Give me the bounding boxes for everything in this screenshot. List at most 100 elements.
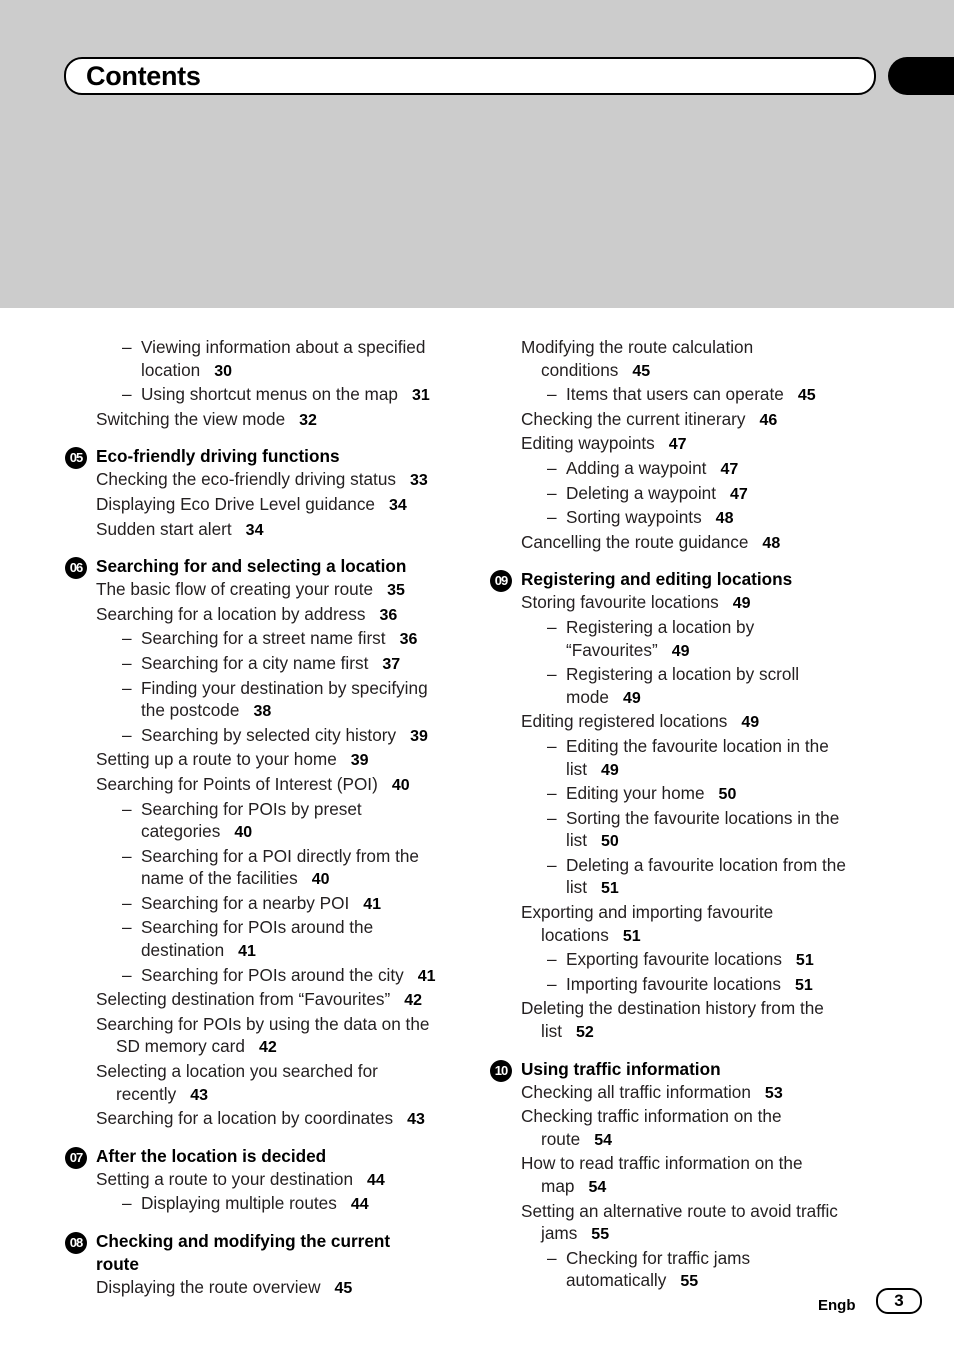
page-ref[interactable]: 38 [253, 703, 271, 720]
toc-entry[interactable]: Searching for a location by address 36 [64, 603, 444, 628]
toc-subentry[interactable]: – Viewing information about a specified lo… [64, 336, 444, 383]
page-ref[interactable]: 36 [379, 607, 397, 624]
toc-subentry[interactable]: – Editing the favourite location in the li… [489, 735, 869, 782]
section-heading[interactable]: 08 Checking and modifying the current rout… [64, 1230, 444, 1276]
toc-entry[interactable]: Searching for POIs by using the data on … [64, 1013, 444, 1060]
section-heading[interactable]: 06 Searching for and selecting a location [64, 555, 444, 580]
toc-entry[interactable]: Deleting the destination history from th… [489, 997, 869, 1044]
page-ref[interactable]: 51 [795, 977, 813, 994]
section-heading[interactable]: 07 After the location is decided [64, 1145, 444, 1169]
page-ref[interactable]: 46 [760, 412, 778, 429]
section-heading[interactable]: 09 Registering and editing locations [489, 568, 869, 593]
page-ref[interactable]: 43 [190, 1087, 208, 1104]
toc-entry[interactable]: Modifying the route calculation condition… [489, 336, 869, 383]
toc-subentry[interactable]: – Searching for POIs by preset categories 4… [64, 798, 444, 845]
page-ref[interactable]: 51 [796, 952, 814, 969]
page-ref[interactable]: 41 [238, 943, 256, 960]
page-ref[interactable]: 54 [594, 1132, 612, 1149]
toc-entry[interactable]: Setting a route to your destination 44 [64, 1168, 444, 1193]
page-ref[interactable]: 32 [299, 412, 317, 429]
toc-entry[interactable]: Setting an alternative route to avoid tr… [489, 1200, 869, 1247]
page-ref[interactable]: 37 [382, 656, 400, 673]
page-ref[interactable]: 48 [716, 510, 734, 527]
page-ref[interactable]: 50 [601, 833, 619, 850]
page-ref[interactable]: 39 [410, 728, 428, 745]
toc-subentry[interactable]: – Searching for POIs around the city 41 [64, 964, 444, 989]
page-ref[interactable]: 31 [412, 387, 430, 404]
toc-entry[interactable]: Storing favourite locations 49 [489, 591, 869, 616]
page-ref[interactable]: 49 [601, 762, 619, 779]
page-ref[interactable]: 53 [765, 1085, 783, 1102]
page-ref[interactable]: 47 [669, 436, 687, 453]
toc-subentry[interactable]: – Registering a location by “Favourites” 49 [489, 616, 869, 663]
page-ref[interactable]: 55 [680, 1273, 698, 1290]
toc-subentry[interactable]: – Displaying multiple routes 44 [64, 1192, 444, 1217]
section-heading[interactable]: 05 Eco-friendly driving functions [64, 445, 444, 470]
page-ref[interactable]: 51 [601, 880, 619, 897]
page-ref[interactable]: 41 [418, 968, 436, 985]
toc-subentry[interactable]: – Deleting a favourite location from the l… [489, 854, 869, 901]
page-ref[interactable]: 49 [672, 643, 690, 660]
page-ref[interactable]: 47 [730, 486, 748, 503]
page-ref[interactable]: 40 [312, 871, 330, 888]
page-ref[interactable]: 42 [259, 1039, 277, 1056]
page-ref[interactable]: 45 [335, 1280, 353, 1297]
toc-entry[interactable]: Selecting destination from “Favourites” 4… [64, 988, 444, 1013]
page-ref[interactable]: 55 [591, 1226, 609, 1243]
toc-entry[interactable]: Switching the view mode 32 [64, 408, 444, 433]
page-ref[interactable]: 54 [588, 1179, 606, 1196]
page-ref[interactable]: 42 [404, 992, 422, 1009]
toc-subentry[interactable]: – Items that users can operate 45 [489, 383, 869, 408]
toc-subentry[interactable]: – Sorting the favourite locations in the l… [489, 807, 869, 854]
toc-subentry[interactable]: – Importing favourite locations 51 [489, 973, 869, 998]
page-ref[interactable]: 49 [741, 714, 759, 731]
page-ref[interactable]: 43 [407, 1111, 425, 1128]
toc-entry[interactable]: Searching for a location by coordinates 4… [64, 1107, 444, 1132]
toc-subentry[interactable]: – Sorting waypoints 48 [489, 506, 869, 531]
page-ref[interactable]: 51 [623, 928, 641, 945]
toc-subentry[interactable]: – Deleting a waypoint 47 [489, 482, 869, 507]
page-ref[interactable]: 45 [632, 363, 650, 380]
toc-subentry[interactable]: – Searching for a city name first 37 [64, 652, 444, 677]
toc-entry[interactable]: Editing registered locations 49 [489, 710, 869, 735]
toc-subentry[interactable]: – Adding a waypoint 47 [489, 457, 869, 482]
toc-subentry[interactable]: – Editing your home 50 [489, 782, 869, 807]
page-ref[interactable]: 36 [400, 631, 418, 648]
page-ref[interactable]: 45 [798, 387, 816, 404]
toc-entry[interactable]: Setting up a route to your home 39 [64, 748, 444, 773]
toc-entry[interactable]: Sudden start alert 34 [64, 518, 444, 543]
toc-entry[interactable]: Searching for Points of Interest (POI) 40 [64, 773, 444, 798]
toc-subentry[interactable]: – Searching for a street name first 36 [64, 627, 444, 652]
toc-entry[interactable]: Checking traffic information on the route… [489, 1105, 869, 1152]
toc-entry[interactable]: Checking all traffic information 53 [489, 1081, 869, 1106]
toc-entry[interactable]: How to read traffic information on the ma… [489, 1152, 869, 1199]
toc-entry[interactable]: Cancelling the route guidance 48 [489, 531, 869, 556]
toc-subentry[interactable]: – Searching for a POI directly from the na… [64, 845, 444, 892]
page-ref[interactable]: 49 [623, 690, 641, 707]
toc-subentry[interactable]: – Searching by selected city history 39 [64, 724, 444, 749]
toc-entry[interactable]: The basic flow of creating your route 35 [64, 578, 444, 603]
toc-entry[interactable]: Exporting and importing favourite locatio… [489, 901, 869, 948]
toc-entry[interactable]: Checking the eco-friendly driving status… [64, 468, 444, 493]
page-ref[interactable]: 34 [389, 497, 407, 514]
page-ref[interactable]: 44 [351, 1196, 369, 1213]
page-ref[interactable]: 35 [387, 582, 405, 599]
toc-subentry[interactable]: – Searching for POIs around the destinatio… [64, 916, 444, 963]
page-ref[interactable]: 41 [363, 896, 381, 913]
page-ref[interactable]: 40 [392, 777, 410, 794]
toc-entry[interactable]: Editing waypoints 47 [489, 432, 869, 457]
page-ref[interactable]: 40 [234, 824, 252, 841]
toc-subentry[interactable]: – Using shortcut menus on the map 31 [64, 383, 444, 408]
toc-entry[interactable]: Checking the current itinerary 46 [489, 408, 869, 433]
toc-entry[interactable]: Displaying Eco Drive Level guidance 34 [64, 493, 444, 518]
page-ref[interactable]: 48 [762, 535, 780, 552]
page-ref[interactable]: 39 [351, 752, 369, 769]
page-ref[interactable]: 34 [246, 522, 264, 539]
toc-subentry[interactable]: – Registering a location by scroll mode 49 [489, 663, 869, 710]
toc-subentry[interactable]: – Checking for traffic jams automatically 5… [489, 1247, 869, 1294]
page-ref[interactable]: 50 [719, 786, 737, 803]
page-ref[interactable]: 44 [367, 1172, 385, 1189]
section-heading[interactable]: 10 Using traffic information [489, 1058, 869, 1082]
page-ref[interactable]: 30 [214, 363, 232, 380]
page-ref[interactable]: 47 [720, 461, 738, 478]
